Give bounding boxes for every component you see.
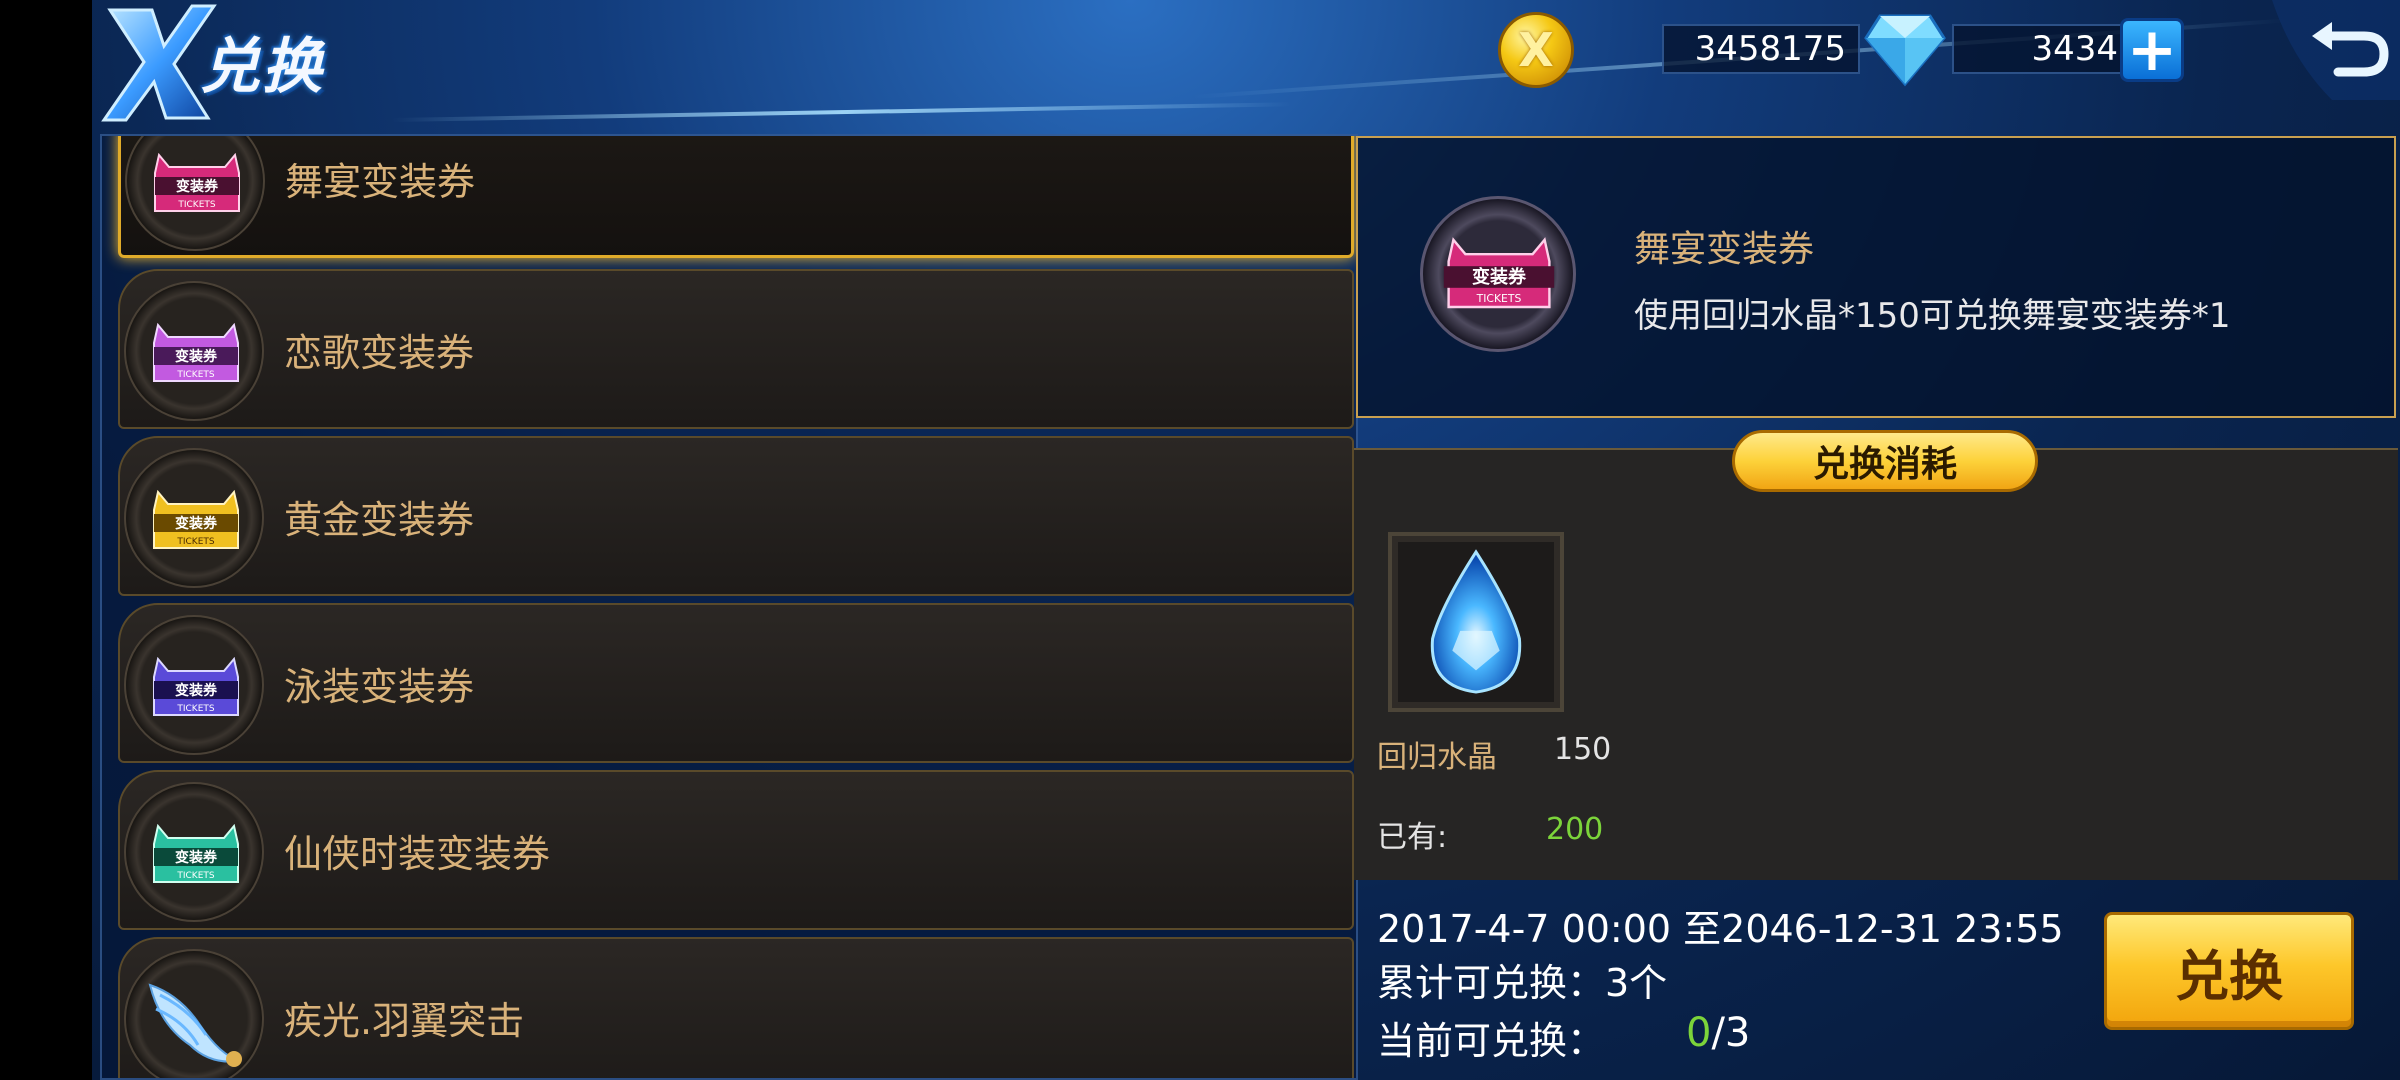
- list-item-3[interactable]: 变装券 TICKETS 泳装变装券: [118, 603, 1354, 763]
- list-item-5[interactable]: 疾光.羽翼突击: [118, 937, 1354, 1078]
- ticket-icon: 变装券 TICKETS: [154, 153, 240, 212]
- svg-text:TICKETS: TICKETS: [176, 537, 215, 547]
- ticket-icon: 变装券 TICKETS: [153, 824, 239, 883]
- gem-counter: 3434: [1952, 24, 2132, 74]
- gold-coin-icon: X: [1498, 12, 1574, 88]
- blue-crystal-icon: [1430, 549, 1522, 694]
- detail-description: 使用回归水晶*150可兑换舞宴变装券*1: [1634, 296, 2231, 336]
- svg-text:变装券: 变装券: [175, 348, 218, 365]
- current-exchangeable-label: 当前可兑换：: [1377, 1019, 1606, 1063]
- item-icon-frame: 变装券 TICKETS: [124, 615, 264, 755]
- detail-icon-frame: 变装券 TICKETS: [1420, 196, 1576, 352]
- svg-text:变装券: 变装券: [175, 682, 218, 699]
- item-name: 仙侠时装变装券: [284, 831, 551, 876]
- ticket-icon: 变装券 TICKETS: [153, 490, 239, 549]
- ticket-sub: TICKETS: [177, 200, 216, 210]
- cost-item-quantity: 150: [1554, 732, 1612, 767]
- list-item-1[interactable]: 变装券 TICKETS 恋歌变装券: [118, 269, 1354, 429]
- item-name: 黄金变装券: [284, 497, 475, 542]
- wing-icon: [148, 983, 242, 1067]
- item-name: 舞宴变装券: [285, 159, 476, 204]
- svg-text:变装券: 变装券: [175, 515, 218, 532]
- exchange-period: 2017-4-7 00:00 至2046-12-31 23:55: [1377, 907, 2064, 951]
- cost-item-name: 回归水晶: [1377, 740, 1497, 775]
- screen-title: 兑换: [200, 32, 324, 102]
- cost-header: 兑换消耗: [1732, 430, 2038, 492]
- item-name: 恋歌变装券: [284, 330, 475, 375]
- owned-value: 200: [1546, 812, 1604, 847]
- svg-text:TICKETS: TICKETS: [176, 871, 215, 881]
- list-item-2[interactable]: 变装券 TICKETS 黄金变装券: [118, 436, 1354, 596]
- item-icon-frame: 变装券 TICKETS: [124, 448, 264, 588]
- list-item-0[interactable]: 变装券 TICKETS 舞宴变装券: [118, 136, 1354, 258]
- ticket-icon: 变装券 TICKETS: [153, 657, 239, 716]
- total-exchangeable: 累计可兑换：3个: [1377, 961, 1668, 1005]
- svg-text:TICKETS: TICKETS: [176, 370, 215, 380]
- svg-text:变装券: 变装券: [1472, 266, 1527, 288]
- list-item-4[interactable]: 变装券 TICKETS 仙侠时装变装券: [118, 770, 1354, 930]
- item-name: 疾光.羽翼突击: [284, 998, 525, 1043]
- exchange-button[interactable]: 兑换: [2104, 912, 2354, 1030]
- owned-label: 已有:: [1377, 820, 1448, 855]
- current-max: /3: [1711, 1010, 1751, 1056]
- exchange-list: 变装券 TICKETS 舞宴变装券 变装券 TICKETS 恋歌变装券 变装券 …: [100, 134, 1358, 1080]
- screen-logo: 兑换: [92, 0, 352, 130]
- game-screen: 兑换 X 3458175 3434 + 变装券 TICKETS 舞宴变装券 变装…: [92, 0, 2400, 1080]
- back-button[interactable]: [2272, 0, 2400, 100]
- light-streak: [391, 102, 1292, 122]
- cost-item-slot[interactable]: [1388, 532, 1564, 712]
- svg-text:TICKETS: TICKETS: [1476, 292, 1522, 305]
- item-icon-frame: 变装券 TICKETS: [125, 136, 265, 251]
- ticket-icon: 变装券 TICKETS: [1443, 237, 1555, 309]
- ticket-text: 变装券: [176, 178, 219, 195]
- add-gems-button[interactable]: +: [2120, 18, 2184, 82]
- item-detail-panel: 变装券 TICKETS 舞宴变装券 使用回归水晶*150可兑换舞宴变装券*1: [1356, 136, 2396, 418]
- ticket-icon: 变装券 TICKETS: [153, 323, 239, 382]
- diamond-icon: [1864, 14, 1946, 87]
- item-name: 泳装变装券: [284, 664, 475, 709]
- item-icon-frame: [124, 949, 264, 1078]
- item-icon-frame: 变装券 TICKETS: [124, 782, 264, 922]
- detail-title: 舞宴变装券: [1634, 229, 1815, 270]
- current-count: 0: [1686, 1010, 1712, 1056]
- item-icon-frame: 变装券 TICKETS: [124, 281, 264, 421]
- gold-counter: 3458175: [1662, 24, 1860, 74]
- svg-text:TICKETS: TICKETS: [176, 704, 215, 714]
- svg-text:变装券: 变装券: [175, 849, 218, 866]
- current-exchangeable-value: 0/3: [1686, 1010, 1750, 1056]
